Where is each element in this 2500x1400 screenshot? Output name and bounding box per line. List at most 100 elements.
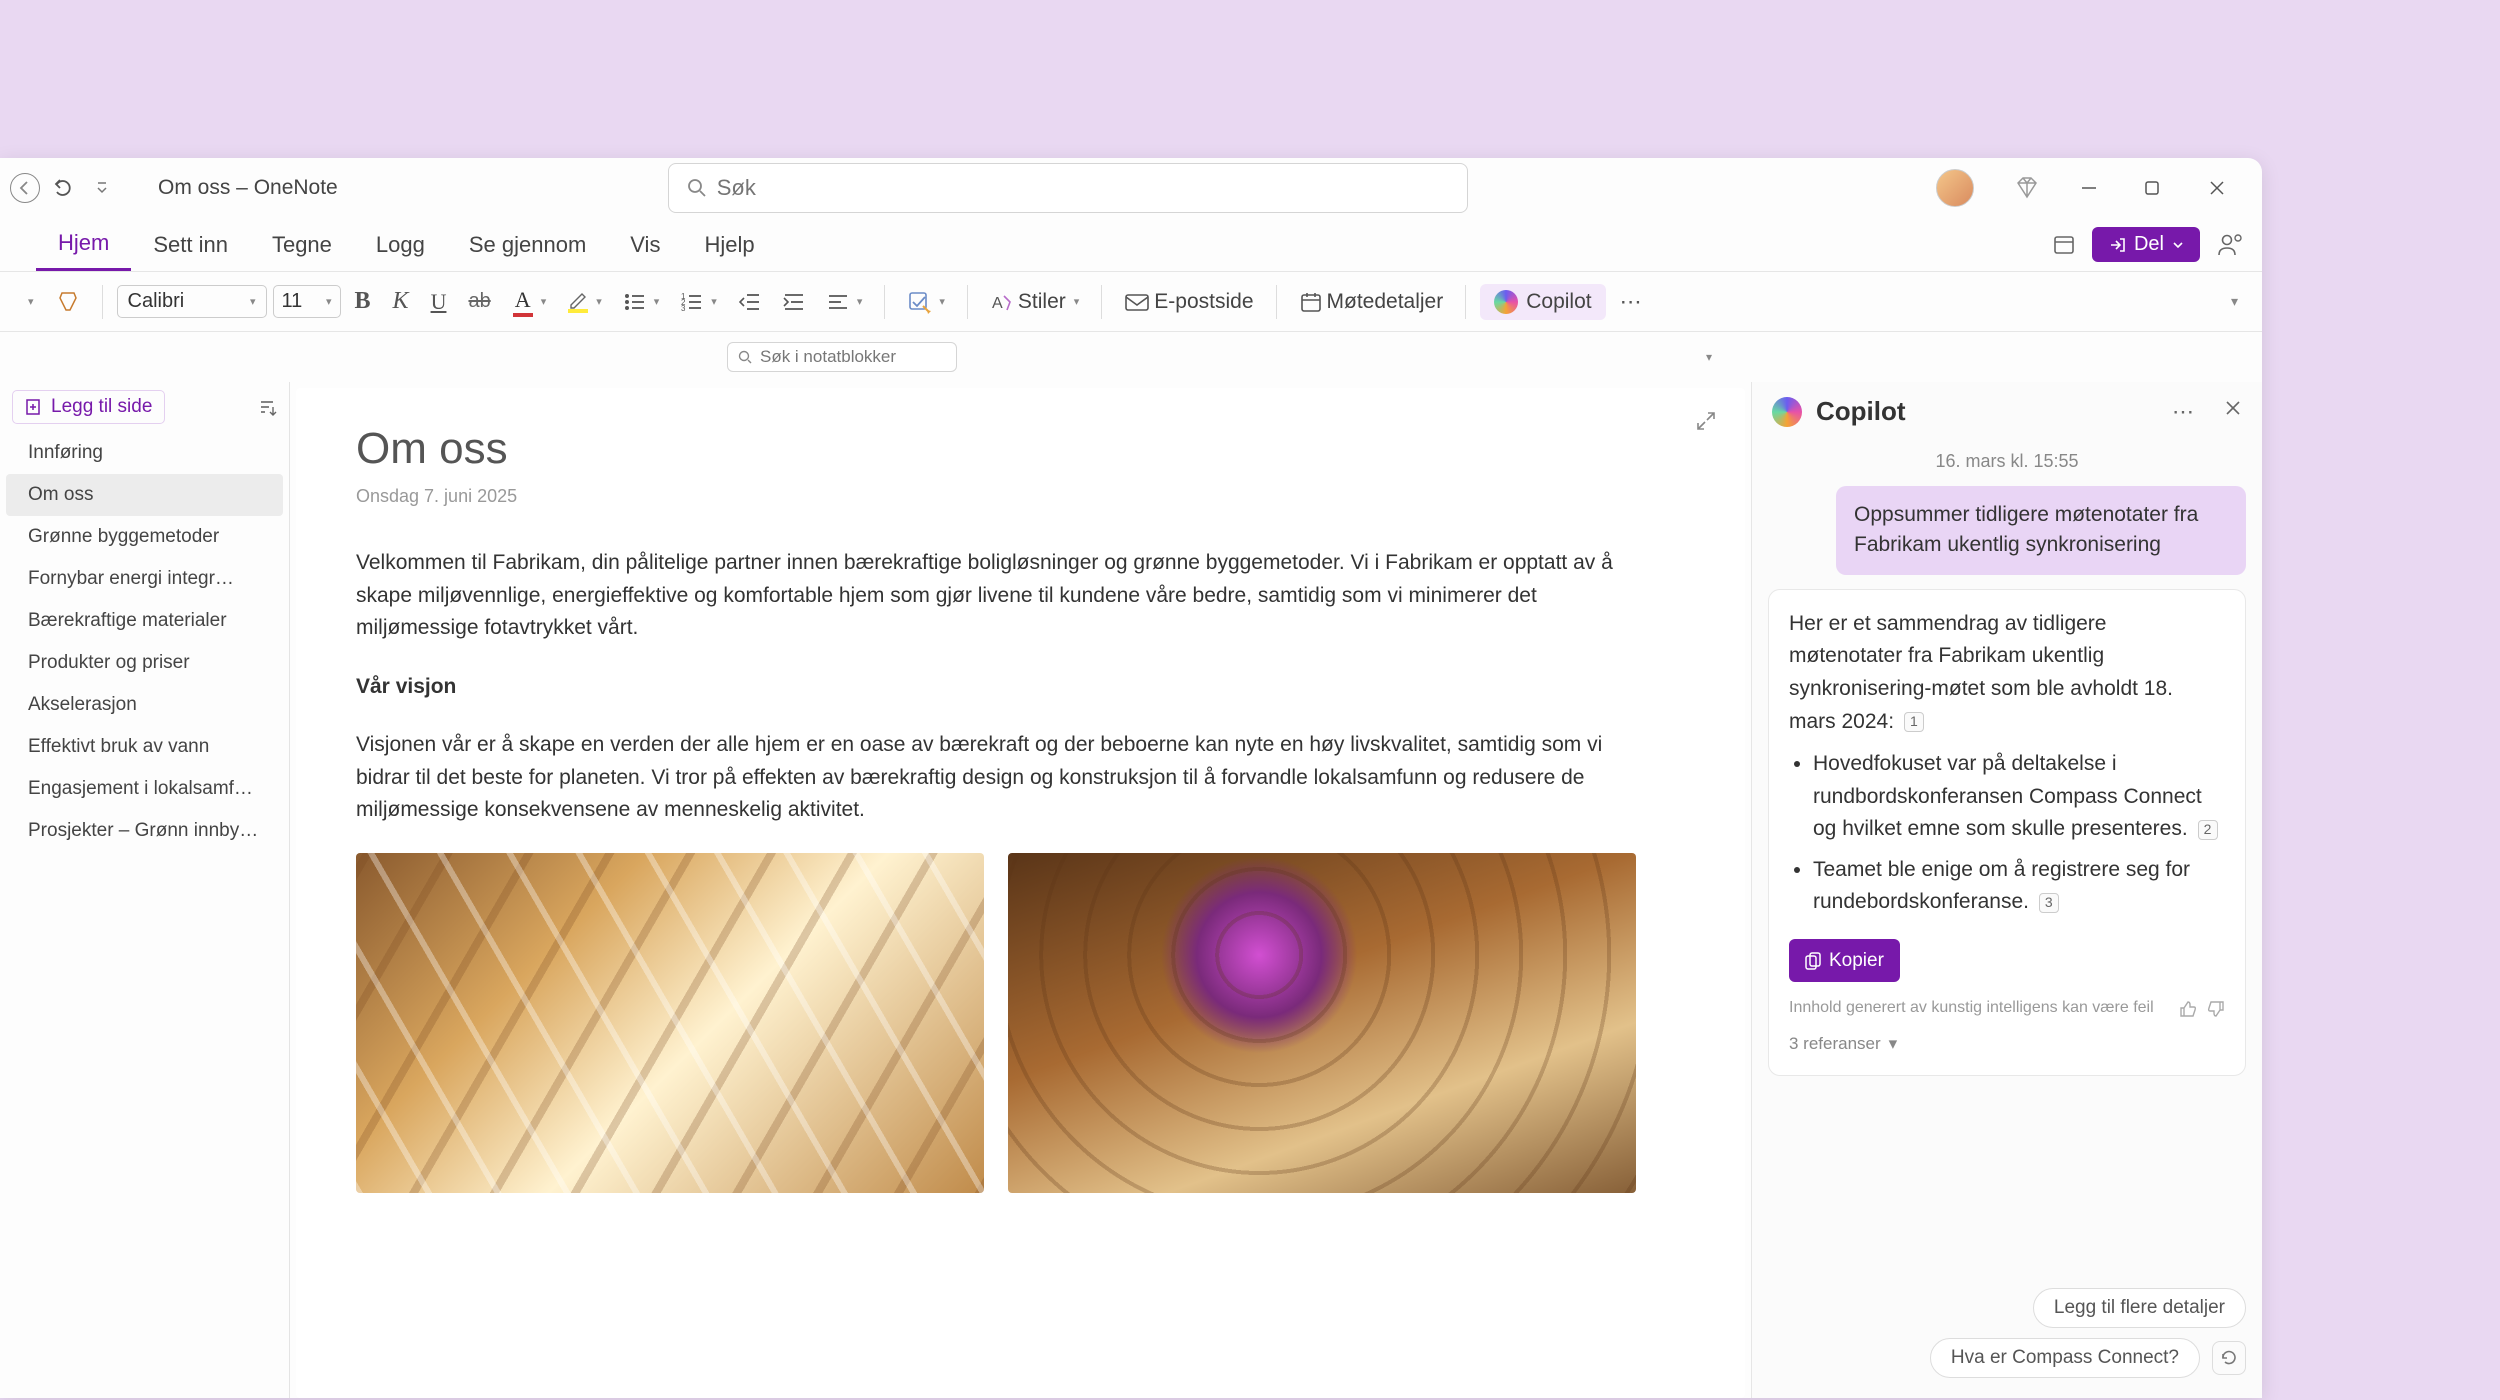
search-icon [687,178,707,198]
meeting-label: Møtedetaljer [1327,290,1444,314]
copilot-more-icon[interactable]: ⋯ [2172,399,2194,425]
align-button[interactable]: ▾ [819,288,871,316]
outdent-button[interactable] [731,288,769,316]
search-input[interactable] [717,175,1449,201]
indent-button[interactable] [775,288,813,316]
page-item-vann[interactable]: Effektivt bruk av vann [6,726,283,768]
tab-help[interactable]: Hjelp [682,218,776,271]
separator [1276,285,1277,319]
sort-pages-button[interactable] [257,397,277,417]
styles-button[interactable]: A Stiler▾ [982,286,1087,318]
suggestion-more-details[interactable]: Legg til flere detaljer [2033,1288,2246,1328]
page-item-baerekraftige[interactable]: Bærekraftige materialer [6,600,283,642]
numbering-button[interactable]: 123▾ [673,288,725,316]
main-area: Legg til side Innføring Om oss Grønne by… [0,382,2262,1398]
clipboard-chevron[interactable]: ▾ [16,291,42,312]
ribbon-expand[interactable]: ▾ [2223,285,2246,318]
separator [102,285,103,319]
tag-button[interactable]: ▾ [899,286,953,318]
meeting-details-button[interactable]: Møtedetaljer [1291,286,1452,318]
copilot-label: Copilot [1526,290,1591,314]
add-page-button[interactable]: Legg til side [12,390,165,424]
page-canvas[interactable]: Om oss Onsdag 7. juni 2025 Velkommen til… [296,388,1745,1398]
page-item-engasjement[interactable]: Engasjement i lokalsamf… [6,768,283,810]
ribbon-tabs: Hjem Sett inn Tegne Logg Se gjennom Vis … [0,218,2262,272]
underline-button[interactable]: U [423,285,455,319]
font-size-selector[interactable]: 11▾ [273,285,341,318]
separator [884,285,885,319]
paragraph-intro[interactable]: Velkommen til Fabrikam, din pålitelige p… [356,547,1636,645]
bold-button[interactable]: B [347,284,379,319]
undo-button[interactable] [52,176,76,200]
separator [1101,285,1102,319]
more-commands[interactable]: ⋯ [1612,285,1652,319]
copilot-header-actions: ⋯ [2172,399,2242,425]
copilot-ribbon-button[interactable]: Copilot [1480,284,1605,320]
highlight-button[interactable]: ▾ [560,287,610,317]
tab-home[interactable]: Hjem [36,218,131,271]
strikethrough-button[interactable]: ab [460,286,498,317]
styles-label: Stiler [1018,290,1066,314]
close-button[interactable] [2208,179,2232,197]
notebooks-search-row: Søk i notatblokker ▾ [0,332,2262,382]
copilot-close-icon[interactable] [2224,399,2242,425]
page-item-gronne[interactable]: Grønne byggemetoder [6,516,283,558]
ref-badge-1[interactable]: 1 [1904,712,1924,732]
font-color-button[interactable]: A▾ [505,283,555,321]
image-wooden-beams[interactable] [356,853,984,1193]
collaborate-icon[interactable] [2216,231,2244,259]
copilot-title: Copilot [1816,396,1906,427]
format-painter[interactable] [48,286,88,318]
italic-button[interactable]: K [385,284,417,319]
bullet-2: Teamet ble enige om å registrere seg for… [1813,854,2225,919]
bullets-button[interactable]: ▾ [616,288,668,316]
references-toggle[interactable]: 3 referanser ▾ [1789,1031,2225,1057]
ref-badge-3[interactable]: 3 [2039,893,2059,913]
maximize-button[interactable] [2144,180,2168,196]
notebooks-search[interactable]: Søk i notatblokker [727,342,957,372]
user-message: Oppsummer tidligere møtenotater fra Fabr… [1836,486,2246,575]
tab-history[interactable]: Logg [354,218,447,271]
tab-insert[interactable]: Sett inn [131,218,250,271]
heading-vision[interactable]: Vår visjon [356,675,456,698]
premium-icon[interactable] [2014,175,2040,201]
tab-review[interactable]: Se gjennom [447,218,608,271]
user-avatar[interactable] [1936,169,1974,207]
notebooks-search-chevron[interactable]: ▾ [1696,350,1722,364]
bullet-1: Hovedfokuset var på deltakelse i rundbor… [1813,748,2225,846]
separator [967,285,968,319]
copy-button[interactable]: Kopier [1789,939,1900,982]
paragraph-vision[interactable]: Visjonen vår er å skape en verden der al… [356,729,1636,827]
search-box[interactable] [668,163,1468,213]
page-title[interactable]: Om oss [356,424,1685,474]
refresh-suggestions-icon[interactable] [2212,1341,2246,1375]
tab-view[interactable]: Vis [608,218,682,271]
share-button[interactable]: Del [2092,227,2200,262]
copilot-header: Copilot ⋯ [1752,382,2262,441]
tab-draw[interactable]: Tegne [250,218,354,271]
page-item-akselerasjon[interactable]: Akselerasjon [6,684,283,726]
thumbs-up-icon[interactable] [2179,1000,2197,1018]
minimize-button[interactable] [2080,179,2104,197]
page-item-fornybar[interactable]: Fornybar energi integr… [6,558,283,600]
reading-view-icon[interactable] [2052,233,2076,257]
app-window: Om oss – OneNote Hjem Sett inn Tegne Log… [0,158,2262,1398]
font-selector[interactable]: Calibri▾ [117,285,267,318]
qat-customize[interactable] [88,180,116,196]
back-button[interactable] [10,173,40,203]
expand-canvas-icon[interactable] [1695,410,1717,432]
page-body[interactable]: Velkommen til Fabrikam, din pålitelige p… [356,547,1636,1193]
page-item-prosjekter[interactable]: Prosjekter – Grønn innby… [6,810,283,852]
bullet-2-text: Teamet ble enige om å registrere seg for… [1813,858,2190,914]
page-item-innforing[interactable]: Innføring [6,432,283,474]
copilot-icon [1494,290,1518,314]
image-dome-structure[interactable] [1008,853,1636,1193]
page-item-om-oss[interactable]: Om oss [6,474,283,516]
email-page-button[interactable]: E-postside [1116,286,1261,318]
page-item-produkter[interactable]: Produkter og priser [6,642,283,684]
suggestion-compass[interactable]: Hva er Compass Connect? [1930,1338,2200,1378]
add-page-label: Legg til side [51,396,152,418]
page-sidebar: Legg til side Innføring Om oss Grønne by… [0,382,290,1398]
thumbs-down-icon[interactable] [2207,1000,2225,1018]
ref-badge-2[interactable]: 2 [2198,820,2218,840]
